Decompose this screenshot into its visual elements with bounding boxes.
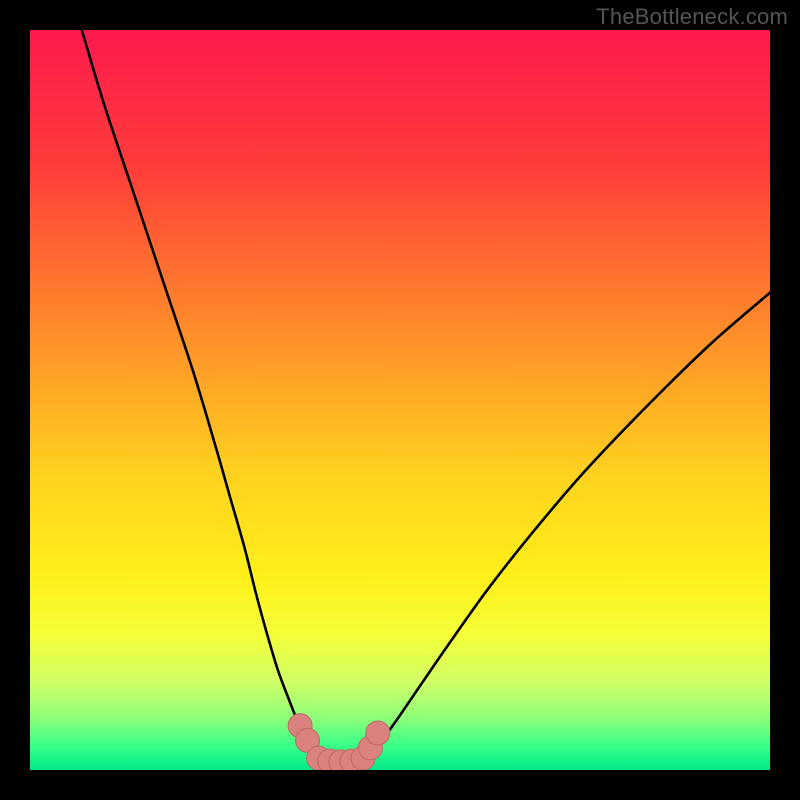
chart-frame: TheBottleneck.com <box>0 0 800 800</box>
marker-dot <box>366 721 390 745</box>
chart-svg <box>30 30 770 770</box>
plot-area <box>30 30 770 770</box>
gradient-background <box>30 30 770 770</box>
watermark-text: TheBottleneck.com <box>596 4 788 30</box>
